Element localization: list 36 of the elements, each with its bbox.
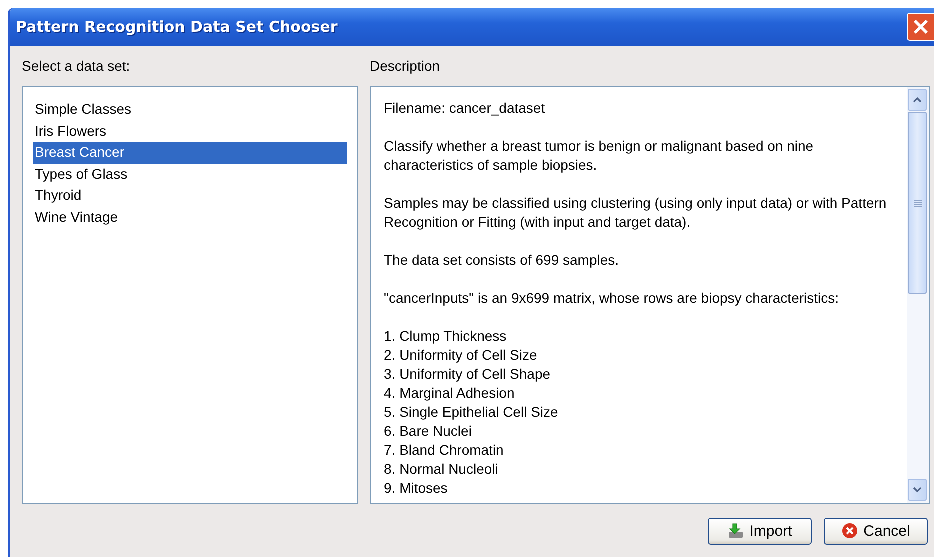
close-icon [913,19,929,35]
list-item[interactable]: Thyroid [33,185,347,206]
list-label: Select a data set: [22,57,132,76]
close-button[interactable] [907,13,934,41]
list-item[interactable]: Wine Vintage [33,206,347,228]
cancel-button[interactable]: Cancel [824,518,928,544]
window-title: Pattern Recognition Data Set Chooser [16,18,338,36]
description-text: The data set consists of 699 samples. [384,251,620,270]
cancel-icon [842,523,858,539]
scroll-down-button[interactable] [908,479,927,501]
list-item[interactable]: Iris Flowers [33,120,347,142]
download-icon [728,523,744,539]
description-text: Samples may be classified using clustering (using only input data) or with Pattern Recognition or Fitting (with input and target data). [384,194,888,232]
import-button[interactable]: Import [708,518,812,544]
description-text: Filename: cancer_dataset [384,99,546,118]
scroll-up-button[interactable] [908,89,927,111]
list-line: 8. Normal Nucleoli [384,460,500,479]
list-line: 1. Clump Thickness [384,327,508,346]
scrollbar[interactable] [907,87,929,503]
description-label: Description [370,57,442,76]
up-chevron-icon [913,97,922,103]
scroll-thumb[interactable] [908,112,927,294]
list-line: 6. Bare Nuclei [384,422,473,441]
list-line: 3. Uniformity of Cell Shape [384,365,552,384]
description-text: Classify whether a breast tumor is benign or malignant based on nine characteristics of sample biopsies. [384,137,815,175]
list-line: 4. Marginal Adhesion [384,384,516,403]
grip-icon [914,200,922,206]
list-item[interactable]: Types of Glass [33,164,347,185]
down-chevron-icon [913,487,922,493]
list-item[interactable]: Simple Classes [33,99,347,120]
list-line: 9. Mitoses [384,479,449,498]
list-line: 5. Single Epithelial Cell Size [384,403,560,422]
list-line: 7. Bland Chromatin [384,441,505,460]
description-text: "cancerInputs" is an 9x699 matrix, whose rows are biopsy characteristics: [384,289,840,308]
list-line: 2. Uniformity of Cell Size [384,346,538,365]
list-item[interactable]: Breast Cancer [33,142,347,164]
